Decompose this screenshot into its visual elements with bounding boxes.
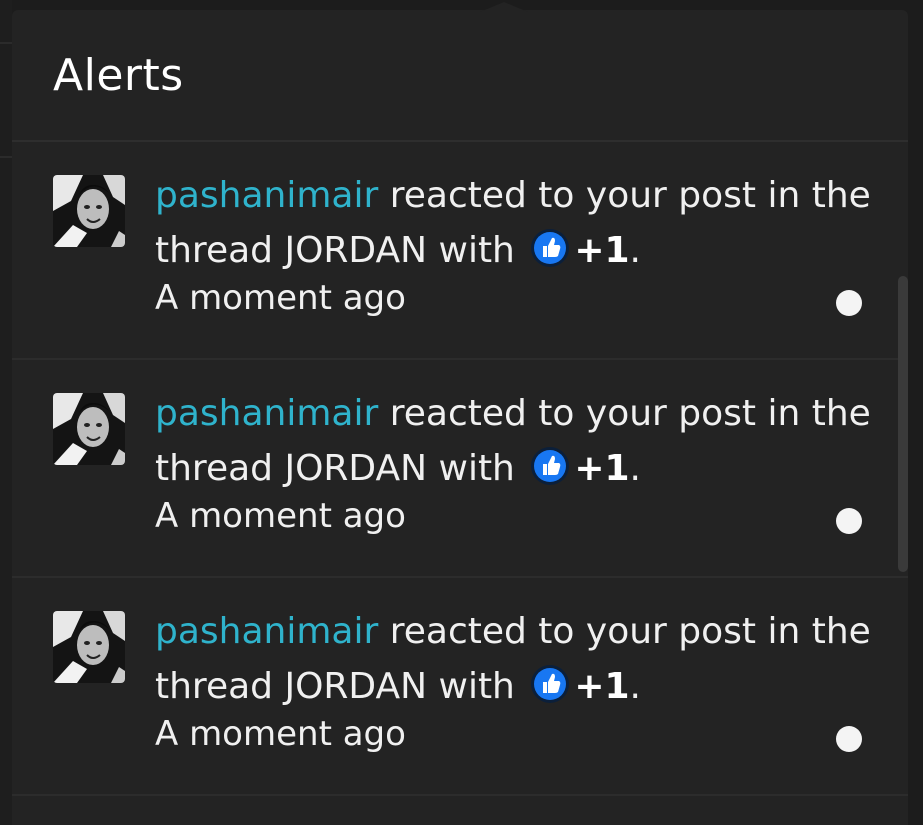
- unread-indicator[interactable]: [836, 508, 862, 534]
- alert-username-link[interactable]: pashanimair: [155, 175, 378, 216]
- popup-caret: [480, 2, 528, 12]
- avatar[interactable]: [53, 175, 125, 247]
- unread-indicator[interactable]: [836, 726, 862, 752]
- alert-item[interactable]: pashanimair reacted to your post in the …: [12, 142, 908, 360]
- alert-message-end: .: [629, 666, 641, 707]
- scrollbar[interactable]: [898, 276, 908, 572]
- alert-item[interactable]: pashanimair reacted to your post in the …: [12, 360, 908, 578]
- unread-indicator[interactable]: [836, 290, 862, 316]
- page: Alerts pashanimair reacted to your post …: [0, 0, 923, 825]
- avatar[interactable]: [53, 611, 125, 683]
- alert-message: pashanimair reacted to your post in the …: [155, 604, 875, 714]
- thumbs-up-icon: [530, 664, 570, 704]
- alert-timestamp: A moment ago: [155, 496, 406, 536]
- popup-title: Alerts: [53, 50, 184, 101]
- reaction-name: +1: [574, 448, 630, 489]
- background-divider: [0, 42, 12, 44]
- alert-list: pashanimair reacted to your post in the …: [12, 142, 908, 796]
- reaction-name: +1: [574, 230, 630, 271]
- thumbs-up-icon: [530, 228, 570, 268]
- background-page-fragment: [0, 0, 12, 825]
- reaction-name: +1: [574, 666, 630, 707]
- alert-message: pashanimair reacted to your post in the …: [155, 386, 875, 496]
- alert-item[interactable]: pashanimair reacted to your post in the …: [12, 578, 908, 796]
- alert-username-link[interactable]: pashanimair: [155, 611, 378, 652]
- alert-timestamp: A moment ago: [155, 278, 406, 318]
- background-divider: [0, 156, 12, 158]
- avatar[interactable]: [53, 393, 125, 465]
- alert-message: pashanimair reacted to your post in the …: [155, 168, 875, 278]
- alert-message-end: .: [629, 448, 641, 489]
- alert-timestamp: A moment ago: [155, 714, 406, 754]
- alerts-popup: Alerts pashanimair reacted to your post …: [12, 10, 908, 825]
- alert-message-end: .: [629, 230, 641, 271]
- alert-username-link[interactable]: pashanimair: [155, 393, 378, 434]
- thumbs-up-icon: [530, 446, 570, 486]
- alerts-popup-header: Alerts: [12, 10, 908, 142]
